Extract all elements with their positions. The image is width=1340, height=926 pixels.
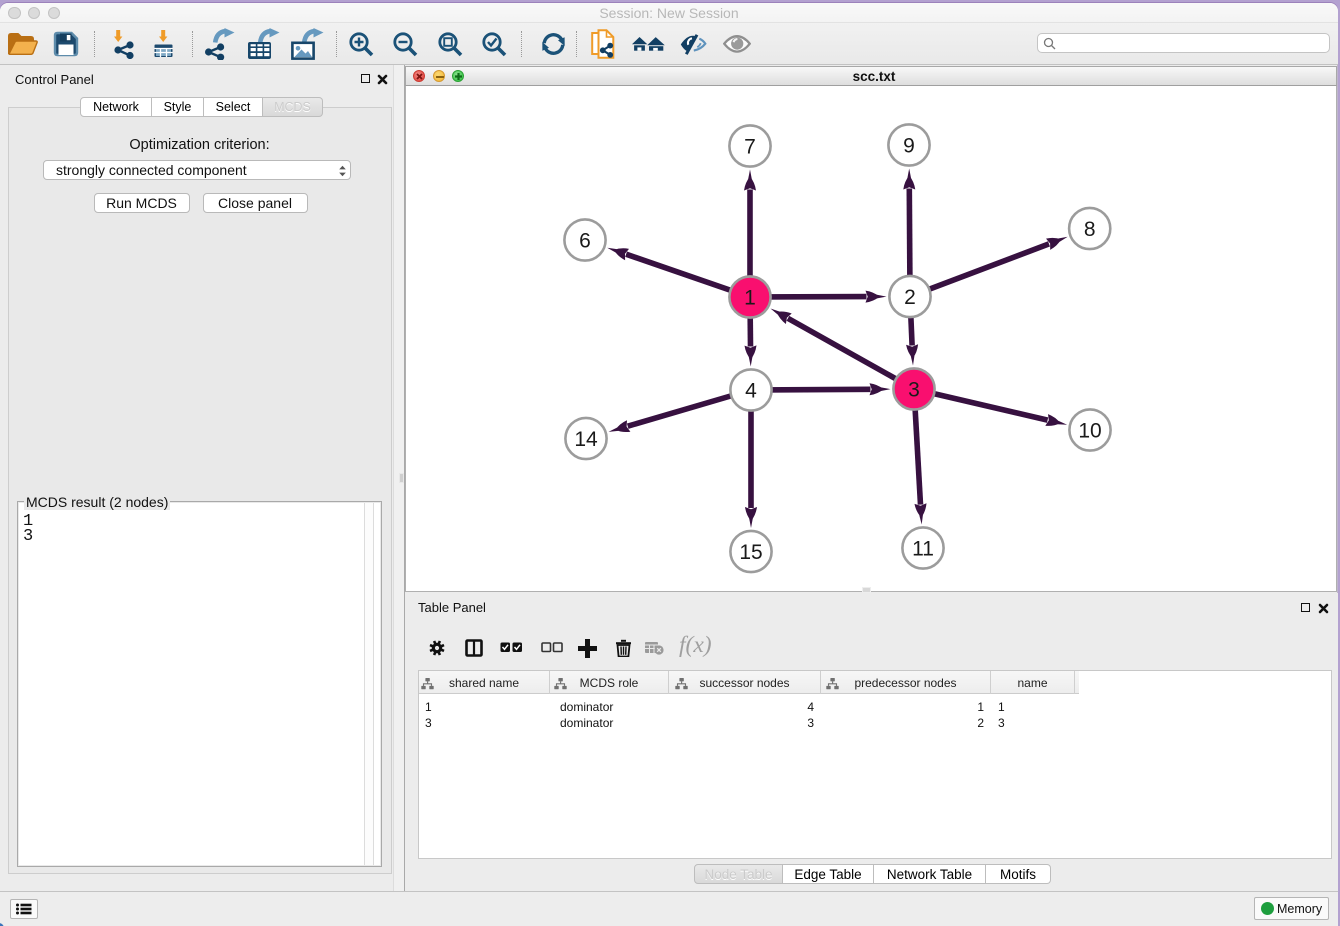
svg-text:8: 8 [1084, 218, 1096, 241]
svg-text:6: 6 [579, 230, 591, 253]
svg-text:7: 7 [744, 136, 756, 159]
svg-text:11: 11 [912, 538, 934, 561]
svg-text:3: 3 [908, 379, 920, 402]
svg-text:15: 15 [739, 541, 762, 564]
svg-text:14: 14 [574, 428, 598, 451]
svg-text:2: 2 [904, 286, 916, 309]
svg-text:1: 1 [744, 287, 756, 310]
svg-text:10: 10 [1078, 420, 1101, 443]
svg-text:4: 4 [745, 380, 757, 403]
svg-text:9: 9 [903, 135, 915, 158]
